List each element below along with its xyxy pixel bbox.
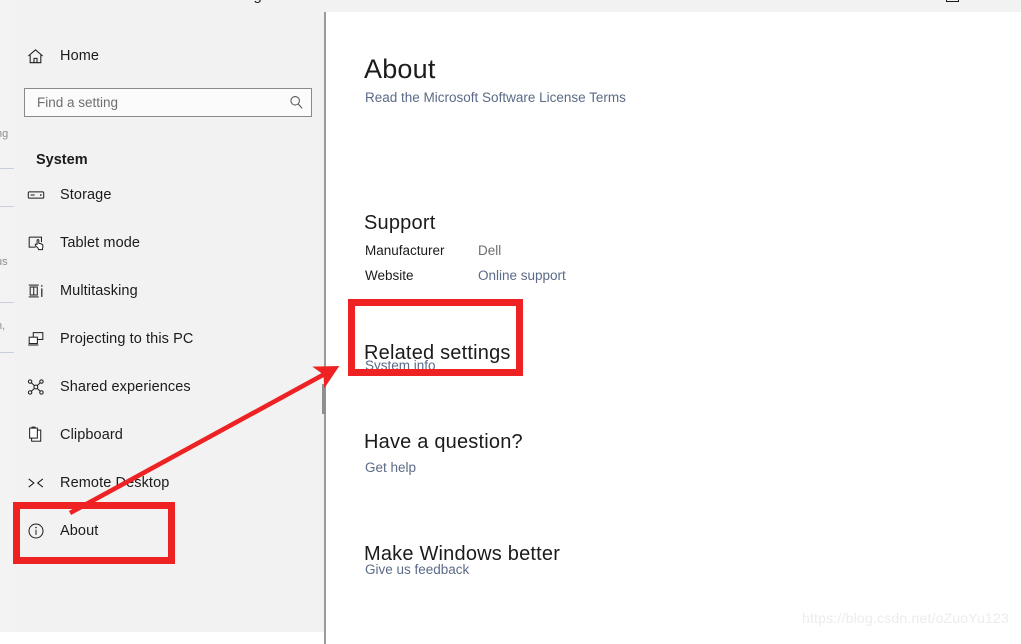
sidebar-group-heading: System [36,152,88,168]
window-title: Settings [214,0,270,3]
sidebar-item-shared-experiences-label: Shared experiences [60,379,191,395]
clipboard-icon [26,425,60,445]
online-support-link[interactable]: Online support [478,268,566,283]
close-icon: ✕ [992,0,1005,3]
back-arrow-icon[interactable] [76,0,91,4]
search-icon[interactable] [281,94,311,111]
sidebar-item-about-label: About [60,523,99,539]
main-content: About Read the Microsoft Software Licens… [326,12,1021,632]
sidebar-item-home-label: Home [60,48,100,64]
search-input[interactable] [25,89,281,116]
sidebar-item-clipboard-label: Clipboard [60,427,123,443]
title-bar: Settings ✕ [14,0,1021,12]
sidebar-item-shared-experiences[interactable]: Shared experiences [14,367,312,407]
manufacturer-value: Dell [478,243,502,258]
sidebar-item-home[interactable]: Home [14,36,312,76]
sidebar-item-projecting[interactable]: Projecting to this PC [14,319,312,359]
background-text-fragment-1: ng [0,128,9,140]
license-terms-link[interactable]: Read the Microsoft Software License Term… [365,90,626,105]
window-controls: ✕ [929,0,1021,6]
settings-window: Settings ✕ Home [14,0,1021,644]
home-icon [26,47,60,66]
background-text-fragment-3: n, [0,320,6,332]
sidebar-item-multitasking-label: Multitasking [60,283,138,299]
storage-icon [26,185,60,205]
sidebar-item-storage[interactable]: Storage [14,175,312,215]
website-label: Website [365,268,414,283]
search-box[interactable] [24,88,312,117]
have-a-question-heading: Have a question? [364,430,523,453]
sidebar-item-tablet-mode-label: Tablet mode [60,235,141,251]
sidebar-item-clipboard[interactable]: Clipboard [14,415,312,455]
background-text-fragment-2: us [0,256,8,268]
sidebar-item-remote-desktop[interactable]: Remote Desktop [14,463,312,503]
multitasking-icon [26,281,60,301]
watermark: https://blog.csdn.net/oZuoYu123 [801,610,1009,626]
close-button[interactable]: ✕ [975,0,1021,6]
maximize-icon [945,0,959,2]
page-title: About [364,54,436,85]
sidebar-item-projecting-label: Projecting to this PC [60,331,194,347]
sidebar-item-storage-label: Storage [60,187,112,203]
tablet-mode-icon [26,233,60,253]
sidebar: Home System Storage [14,12,327,644]
support-heading: Support [364,211,436,234]
give-us-feedback-link[interactable]: Give us feedback [365,562,469,577]
shared-experiences-icon [26,377,60,397]
sidebar-item-remote-desktop-label: Remote Desktop [60,475,170,491]
about-info-icon [26,521,60,541]
get-help-link[interactable]: Get help [365,460,416,475]
sidebar-item-tablet-mode[interactable]: Tablet mode [14,223,312,263]
sidebar-item-about[interactable]: About [14,511,312,551]
system-info-link[interactable]: System info [365,358,436,373]
maximize-button[interactable] [929,0,975,6]
sidebar-item-multitasking[interactable]: Multitasking [14,271,312,311]
manufacturer-label: Manufacturer [365,243,445,258]
remote-desktop-icon [26,473,60,493]
projecting-icon [26,329,60,349]
